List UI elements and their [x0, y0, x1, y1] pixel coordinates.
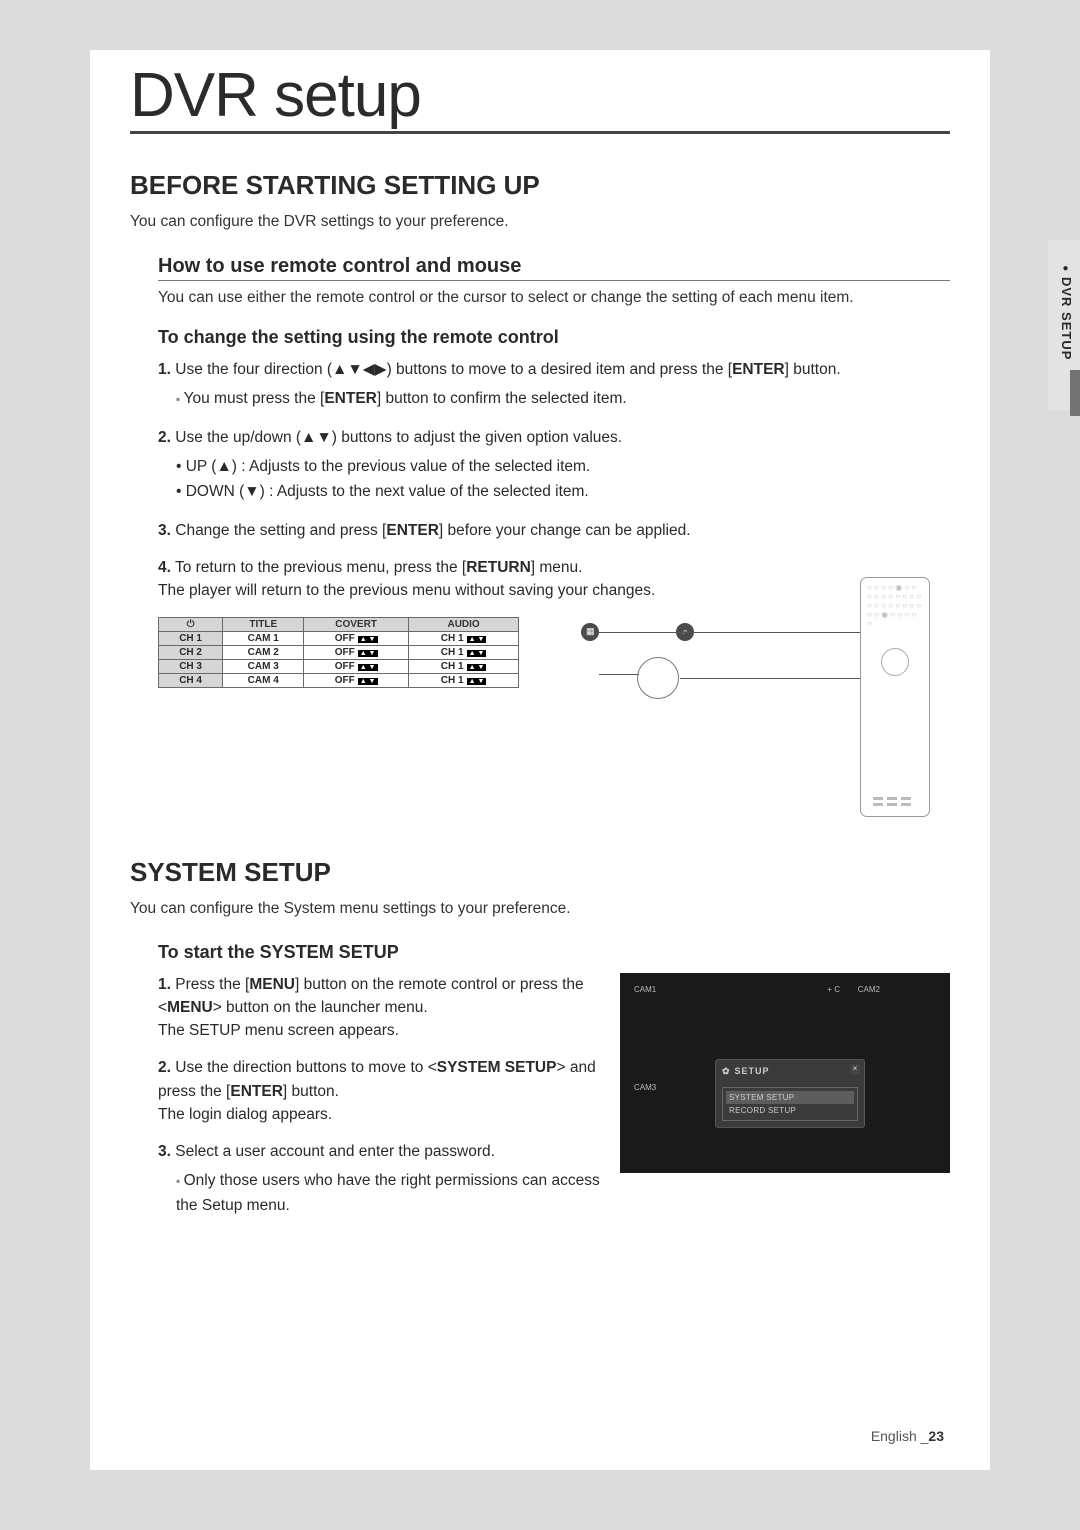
- side-tab-marker: [1070, 370, 1080, 416]
- step-2-up: UP (▲) : Adjusts to the previous value o…: [176, 455, 950, 480]
- remote-outline: ○ ○ ○ ○ ◉ ○ ○ ○ ○ ○ ○ ○ ○ ○ ○ ○ ○ ○ ○ ○ …: [860, 577, 930, 817]
- steps-remote: 1. Use the four direction (▲▼◀▶) buttons…: [158, 358, 950, 603]
- page: DVR setup BEFORE STARTING SETTING UP You…: [90, 50, 990, 1470]
- step-1: 1. Use the four direction (▲▼◀▶) buttons…: [158, 358, 950, 412]
- close-icon: ×: [850, 1064, 860, 1074]
- page-footer: English _23: [871, 1428, 944, 1444]
- step-2-down: DOWN (▼) : Adjusts to the next value of …: [176, 480, 950, 505]
- spinner-icon: ▲ ▼: [467, 664, 487, 671]
- gear-icon: [722, 1066, 731, 1077]
- side-tab-label: DVR SETUP: [1059, 266, 1074, 360]
- spinner-icon: ▲ ▼: [467, 636, 487, 643]
- fig-menu-record: RECORD SETUP: [726, 1104, 854, 1117]
- th-title: TITLE: [223, 617, 304, 631]
- subheading-start-system: To start the SYSTEM SETUP: [158, 942, 950, 963]
- th-audio: AUDIO: [408, 617, 518, 631]
- fig-topright: + C: [827, 985, 840, 994]
- section-system-setup: SYSTEM SETUP: [130, 857, 950, 888]
- fig-cam2: CAM2: [858, 985, 880, 994]
- sys-step-2: 2. Use the direction buttons to move to …: [158, 1056, 600, 1126]
- remote-dpad: [881, 648, 909, 676]
- table-row: CH 3 CAM 3 OFF▲ ▼ CH 1▲ ▼: [159, 659, 519, 673]
- th-icon: ⏻: [159, 617, 223, 631]
- spinner-icon: ▲ ▼: [467, 650, 487, 657]
- steps-system: 1. Press the [MENU] button on the remote…: [158, 973, 600, 1233]
- fig-cam3: CAM3: [634, 1083, 656, 1092]
- intro-para-1: You can configure the DVR settings to yo…: [130, 213, 950, 231]
- step-4: 4. To return to the previous menu, press…: [158, 556, 950, 603]
- section-before-starting: BEFORE STARTING SETTING UP: [130, 170, 950, 201]
- fig-popup: × SETUP SYSTEM SETUP RECORD SETUP: [715, 1059, 865, 1128]
- spinner-icon: ▲ ▼: [358, 678, 378, 685]
- system-setup-intro: You can configure the System menu settin…: [130, 900, 950, 918]
- spinner-icon: ▲ ▼: [358, 636, 378, 643]
- spinner-icon: ▲ ▼: [358, 650, 378, 657]
- step-3: 3. Change the setting and press [ENTER] …: [158, 519, 950, 542]
- sys-step-1: 1. Press the [MENU] button on the remote…: [158, 973, 600, 1043]
- sys-step-3: 3. Select a user account and enter the p…: [158, 1140, 600, 1219]
- figure-row: ⏻ TITLE COVERT AUDIO CH 1 CAM 1 OFF▲ ▼ C…: [158, 617, 950, 817]
- table-row: CH 1 CAM 1 OFF▲ ▼ CH 1▲ ▼: [159, 631, 519, 645]
- camera-table: ⏻ TITLE COVERT AUDIO CH 1 CAM 1 OFF▲ ▼ C…: [158, 617, 519, 688]
- remote-diagram: ▦ ⌕ ○ ○ ○ ○ ◉ ○ ○ ○ ○ ○ ○ ○ ○ ○ ○ ○ ○ ○ …: [541, 617, 950, 817]
- remote-mouse-intro: You can use either the remote control or…: [158, 289, 950, 307]
- table-row: CH 2 CAM 2 OFF▲ ▼ CH 1▲ ▼: [159, 645, 519, 659]
- table-row: CH 4 CAM 4 OFF▲ ▼ CH 1▲ ▼: [159, 673, 519, 687]
- sys-step-3-note: Only those users who have the right perm…: [176, 1169, 600, 1219]
- fig-menu-system: SYSTEM SETUP: [726, 1091, 854, 1104]
- spinner-icon: ▲ ▼: [358, 664, 378, 671]
- remote-buttons-grid: ○ ○ ○ ○ ◉ ○ ○ ○ ○ ○ ○ ○ ○ ○ ○ ○ ○ ○ ○ ○ …: [867, 583, 923, 628]
- subheading-change-remote: To change the setting using the remote c…: [158, 327, 950, 348]
- step-2: 2. Use the up/down (▲▼) buttons to adjus…: [158, 426, 950, 505]
- page-title: DVR setup: [130, 60, 950, 134]
- system-setup-figure: CAM1 + C CAM2 CAM3 × SETUP SYSTEM SETUP …: [620, 973, 950, 1173]
- fig-popup-title: SETUP: [722, 1066, 858, 1077]
- spinner-icon: ▲ ▼: [467, 678, 487, 685]
- step-1-note: You must press the [ENTER] button to con…: [176, 387, 950, 412]
- th-covert: COVERT: [304, 617, 409, 631]
- subheading-remote-mouse: How to use remote control and mouse: [158, 255, 950, 281]
- fig-cam1: CAM1: [634, 985, 656, 994]
- grid-icon: ▦: [581, 623, 599, 641]
